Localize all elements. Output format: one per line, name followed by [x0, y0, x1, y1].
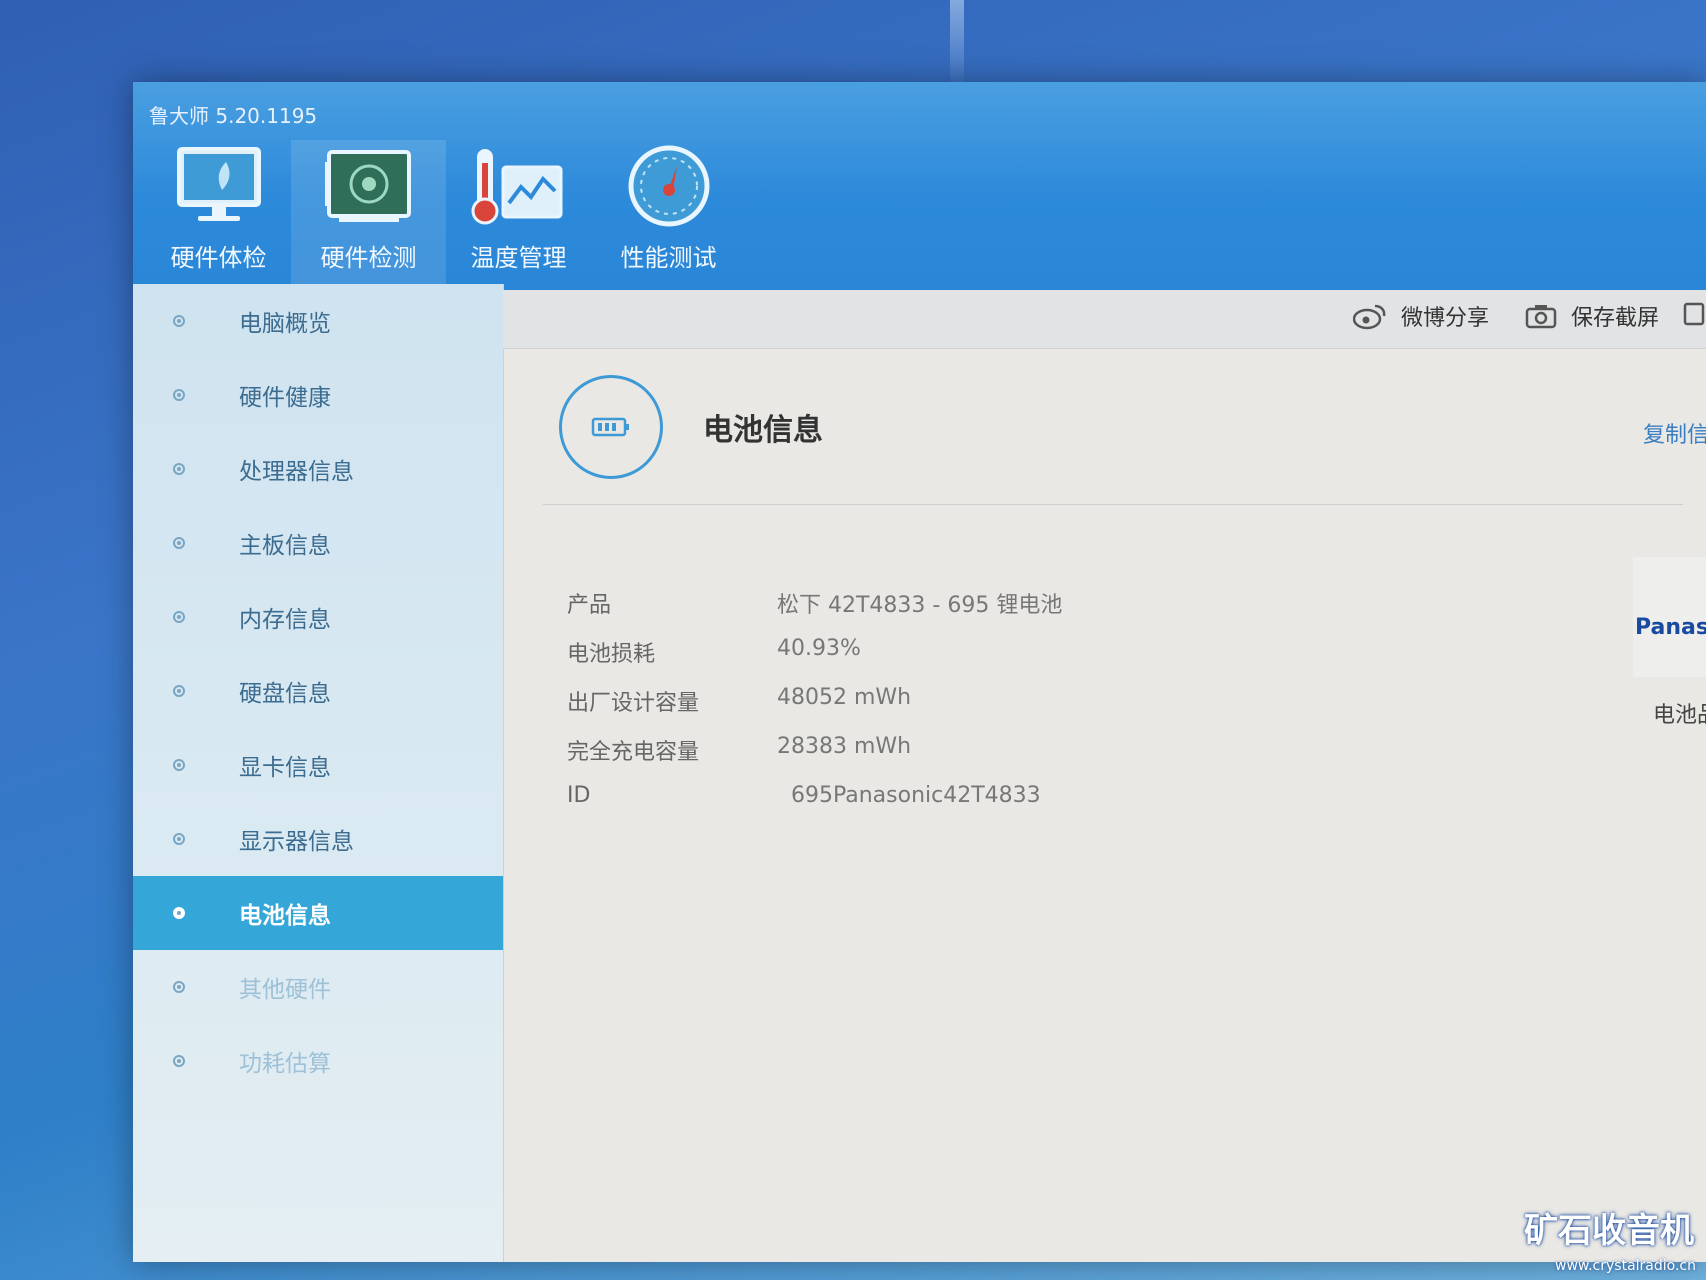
brand-caption: 电池品	[1653, 703, 1706, 728]
bullet-icon	[173, 315, 185, 327]
speedometer-icon	[619, 140, 719, 232]
info-value: 28383 mWh	[777, 734, 912, 759]
section-title: 电池信息	[703, 413, 823, 448]
save-screenshot-button[interactable]: 保存截屏	[1525, 300, 1659, 332]
circuit-board-icon	[319, 140, 419, 232]
tab-label: 性能测试	[620, 244, 717, 272]
info-row-id: ID 695Panasonic42T4833	[567, 783, 1041, 823]
bullet-icon	[173, 1055, 185, 1067]
toolbar: 微博分享 保存截屏	[503, 290, 1706, 349]
watermark-logo: 矿石收音机	[1524, 1211, 1694, 1251]
sidebar-item-overview[interactable]: 电脑概览	[133, 284, 503, 358]
weibo-icon	[1353, 304, 1386, 330]
sidebar-item-label: 显卡信息	[239, 755, 331, 781]
bullet-icon	[173, 537, 185, 549]
sidebar-item-label: 内存信息	[239, 607, 331, 633]
info-value: 695Panasonic42T4833	[777, 783, 1041, 808]
camera-icon	[1525, 305, 1557, 329]
sidebar-item-label: 电脑概览	[239, 311, 331, 337]
bullet-icon	[173, 389, 185, 401]
sidebar-item-label: 主板信息	[239, 533, 331, 559]
tab-hardware-detection[interactable]: 硬件检测	[291, 140, 446, 290]
weibo-share-label: 微博分享	[1401, 306, 1490, 331]
save-screenshot-label: 保存截屏	[1571, 306, 1660, 331]
sidebar-item-label: 硬件健康	[239, 385, 331, 411]
brand-logo-box: Panasonic	[1633, 557, 1706, 677]
sidebar-item-label: 硬盘信息	[239, 681, 331, 707]
sidebar-item-disk[interactable]: 硬盘信息	[133, 654, 503, 728]
tab-label: 硬件检测	[320, 244, 417, 272]
app-header: 鲁大师 5.20.1195 硬件体检 硬件检测 温度管理 性能测试	[133, 82, 1706, 290]
bullet-icon	[173, 981, 185, 993]
divider	[543, 504, 1683, 505]
weibo-share-button[interactable]: 微博分享	[1353, 300, 1489, 332]
info-key: 电池损耗	[567, 642, 656, 667]
battery-icon	[591, 417, 629, 437]
bullet-icon	[173, 907, 185, 919]
bullet-icon	[173, 611, 185, 623]
tab-temperature-management[interactable]: 温度管理	[441, 140, 596, 290]
sidebar-item-label: 其他硬件	[239, 977, 331, 1003]
app-title: 鲁大师 5.20.1195	[149, 104, 318, 128]
sidebar-item-motherboard[interactable]: 主板信息	[133, 506, 503, 580]
more-tool-button[interactable]	[1683, 300, 1706, 326]
sidebar-item-label: 显示器信息	[239, 829, 354, 855]
sidebar: 电脑概览 硬件健康 处理器信息 主板信息 内存信息 硬盘信息 显卡信息 显示器信…	[133, 284, 504, 1262]
battery-section-icon	[559, 375, 663, 479]
info-key: 产品	[567, 593, 612, 618]
info-row-full-capacity: 完全充电容量 28383 mWh	[567, 734, 911, 774]
sidebar-item-processor[interactable]: 处理器信息	[133, 432, 503, 506]
sidebar-item-hardware-health[interactable]: 硬件健康	[133, 358, 503, 432]
info-value: 40.93%	[777, 636, 861, 661]
sidebar-item-battery[interactable]: 电池信息	[133, 876, 503, 950]
sidebar-item-display[interactable]: 显示器信息	[133, 802, 503, 876]
info-key: ID	[567, 783, 591, 808]
background-light-streak	[950, 0, 964, 90]
info-row-product: 产品 松下 42T4833 - 695 锂电池	[567, 587, 1062, 627]
copy-info-link[interactable]: 复制信	[1643, 417, 1706, 449]
tab-hardware-checkup[interactable]: 硬件体检	[141, 140, 296, 290]
thermometer-chart-icon	[469, 140, 569, 232]
sidebar-item-graphics[interactable]: 显卡信息	[133, 728, 503, 802]
main-content: 电池信息 复制信 产品 松下 42T4833 - 695 锂电池 电池损耗 40…	[503, 349, 1706, 1262]
sidebar-item-label: 功耗估算	[239, 1051, 331, 1077]
document-icon	[1683, 302, 1705, 326]
tab-performance-test[interactable]: 性能测试	[591, 140, 746, 290]
monitor-icon	[169, 140, 269, 232]
tab-label: 温度管理	[470, 244, 567, 272]
watermark-url: www.crystalradio.cn	[1555, 1258, 1696, 1274]
brand-logo: Panasonic	[1635, 615, 1706, 640]
tab-label: 硬件体检	[170, 244, 267, 272]
info-value: 松下 42T4833 - 695 锂电池	[777, 593, 1063, 618]
info-value: 48052 mWh	[777, 685, 912, 710]
bullet-icon	[173, 759, 185, 771]
sidebar-item-power-estimate[interactable]: 功耗估算	[133, 1024, 503, 1098]
sidebar-item-other-hardware[interactable]: 其他硬件	[133, 950, 503, 1024]
info-row-design-capacity: 出厂设计容量 48052 mWh	[567, 685, 911, 725]
sidebar-item-label: 处理器信息	[239, 459, 354, 485]
sidebar-item-label: 电池信息	[239, 903, 331, 929]
bullet-icon	[173, 833, 185, 845]
sidebar-item-memory[interactable]: 内存信息	[133, 580, 503, 654]
info-key: 出厂设计容量	[567, 691, 700, 716]
bullet-icon	[173, 463, 185, 475]
info-key: 完全充电容量	[567, 740, 700, 765]
app-window: 鲁大师 5.20.1195 硬件体检 硬件检测 温度管理 性能测试 电脑概览 硬…	[133, 82, 1706, 1262]
bullet-icon	[173, 685, 185, 697]
info-row-wear: 电池损耗 40.93%	[567, 636, 861, 676]
